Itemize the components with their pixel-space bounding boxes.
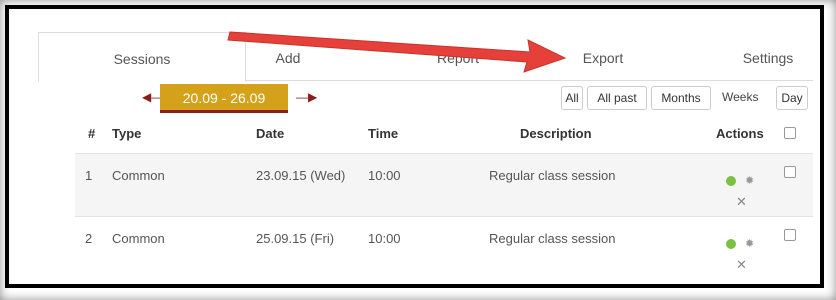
red-arrow-icon: [227, 31, 567, 73]
annotation-arrow: [227, 31, 567, 73]
